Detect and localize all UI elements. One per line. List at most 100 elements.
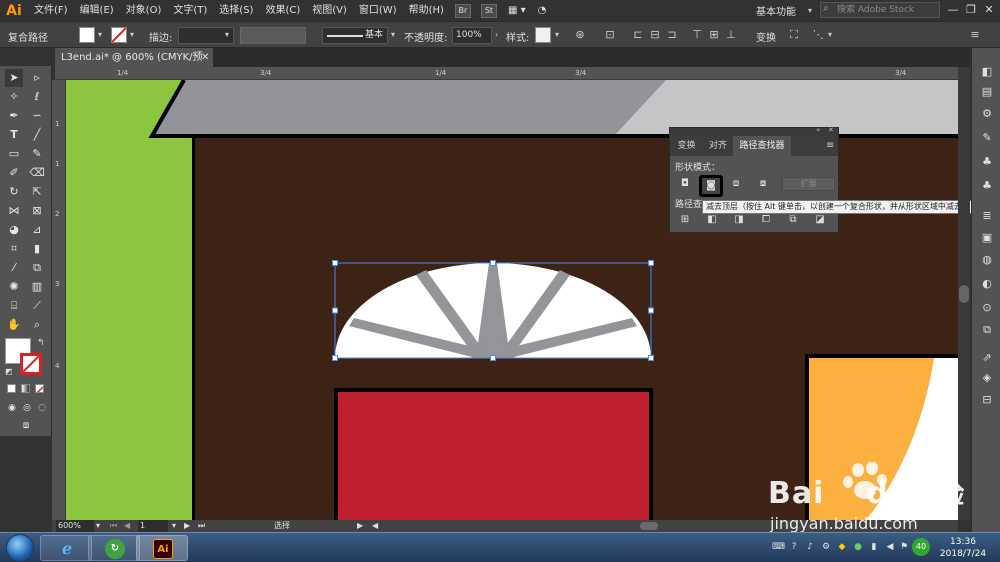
- paintbrush-tool-icon[interactable]: ✎: [28, 145, 46, 163]
- stroke-panel-icon[interactable]: ♣: [979, 178, 995, 194]
- gpu-performance-icon[interactable]: ◔: [532, 0, 553, 21]
- symbols-panel-icon[interactable]: ♣: [979, 154, 995, 170]
- red-door[interactable]: [334, 388, 653, 520]
- tray-badge[interactable]: 40: [912, 538, 930, 556]
- default-colors-icon[interactable]: ◩: [5, 367, 13, 376]
- color-mode-icon[interactable]: [7, 384, 16, 393]
- horizontal-scroll-thumb[interactable]: [640, 522, 658, 530]
- arrange-documents-icon[interactable]: ▦ ▾: [502, 0, 532, 21]
- tray-signal-icon[interactable]: ▮: [868, 541, 880, 553]
- color-guide-icon[interactable]: ▤: [979, 84, 995, 100]
- menu-effect[interactable]: 效果(C): [259, 0, 306, 21]
- align-top-icon[interactable]: ⊤: [690, 28, 704, 42]
- layers-panel-icon[interactable]: ◈: [979, 370, 995, 386]
- zoom-tool-icon[interactable]: ⌕: [28, 316, 46, 334]
- artboards-panel-icon[interactable]: ⧉: [979, 322, 995, 338]
- transparency-panel-icon[interactable]: ▣: [979, 230, 995, 246]
- style-chevron-icon[interactable]: ▾: [555, 30, 559, 39]
- bridge-button[interactable]: Br: [454, 3, 471, 18]
- draw-inside-icon[interactable]: ◌: [33, 399, 51, 417]
- zoom-chevron-icon[interactable]: ▾: [96, 520, 100, 532]
- align-to-icon[interactable]: ⊡: [603, 28, 617, 42]
- divide-icon[interactable]: ⊞: [676, 211, 694, 229]
- menu-view[interactable]: 视图(V): [306, 0, 353, 21]
- system-clock[interactable]: 13:36 2018/7/24: [934, 536, 992, 560]
- brush-definition-field[interactable]: 基本: [322, 27, 388, 44]
- minus-front-icon[interactable]: ◙: [699, 175, 723, 197]
- graphic-styles-icon[interactable]: ◐: [979, 276, 995, 292]
- shape-builder-tool-icon[interactable]: ◕: [5, 221, 23, 239]
- tray-security-icon[interactable]: ◆: [836, 541, 848, 553]
- brushes-panel-icon[interactable]: ✎: [979, 130, 995, 146]
- mesh-tool-icon[interactable]: ⌗: [5, 240, 23, 258]
- curvature-tool-icon[interactable]: ∽: [28, 107, 46, 125]
- first-artboard-icon[interactable]: ⏮: [110, 520, 117, 532]
- swatches-panel-icon[interactable]: ⚙: [979, 106, 995, 122]
- close-icon[interactable]: ✕: [981, 2, 997, 18]
- menu-select[interactable]: 选择(S): [213, 0, 259, 21]
- menu-type[interactable]: 文字(T): [167, 0, 213, 21]
- taskbar-illustrator[interactable]: Ai: [136, 535, 188, 561]
- color-panel-icon[interactable]: ◧: [979, 64, 995, 80]
- asset-export-icon[interactable]: ⊟: [979, 392, 995, 408]
- graphic-style-swatch[interactable]: [535, 27, 551, 43]
- isolate-icon[interactable]: ⛶: [787, 28, 801, 42]
- restore-icon[interactable]: ❐: [963, 2, 979, 18]
- lasso-tool-icon[interactable]: ℓ: [28, 88, 46, 106]
- opacity-field[interactable]: 100%: [452, 27, 492, 44]
- stroke-swatch[interactable]: [111, 27, 127, 43]
- menu-edit[interactable]: 编辑(E): [74, 0, 120, 21]
- tab-close-icon[interactable]: ✕: [201, 48, 209, 67]
- eraser-tool-icon[interactable]: ⌫: [28, 164, 46, 182]
- menu-help[interactable]: 帮助(H): [403, 0, 450, 21]
- line-tool-icon[interactable]: ╱: [28, 126, 46, 144]
- fill-chevron-icon[interactable]: ▾: [98, 30, 102, 39]
- menu-window[interactable]: 窗口(W): [353, 0, 403, 21]
- taskbar-browser[interactable]: ↻: [88, 535, 140, 561]
- screen-mode-icon[interactable]: ⧈: [17, 417, 35, 435]
- hand-tool-icon[interactable]: ✋: [5, 316, 23, 334]
- zoom-level-field[interactable]: 600%: [56, 520, 94, 532]
- tab-pathfinder[interactable]: 路径查找器: [733, 136, 791, 156]
- gradient-panel-icon[interactable]: ≣: [979, 208, 995, 224]
- gradient-mode-icon[interactable]: [21, 384, 30, 393]
- artboard-tool-icon[interactable]: ⌸: [5, 297, 23, 315]
- shaper-tool-icon[interactable]: ✐: [5, 164, 23, 182]
- menu-file[interactable]: 文件(F): [28, 0, 74, 21]
- rectangle-tool-icon[interactable]: ▭: [5, 145, 23, 163]
- stroke-color-swatch[interactable]: [20, 353, 42, 375]
- align-vcenter-icon[interactable]: ⊞: [707, 28, 721, 42]
- stroke-chevron-icon[interactable]: ▾: [130, 30, 134, 39]
- appearance-panel-icon[interactable]: ◍: [979, 252, 995, 268]
- intersect-icon[interactable]: ⧈: [727, 175, 745, 193]
- tray-gear-icon[interactable]: ⚙: [820, 541, 832, 553]
- swap-colors-icon[interactable]: ↰: [37, 338, 45, 348]
- status-menu-icon[interactable]: ▶: [357, 520, 363, 532]
- opacity-chevron-icon[interactable]: ›: [495, 30, 498, 39]
- puppet-icon[interactable]: ⋱: [811, 28, 825, 42]
- symbol-sprayer-tool-icon[interactable]: ✺: [5, 278, 23, 296]
- variable-width-profile[interactable]: [240, 27, 306, 44]
- magic-wand-tool-icon[interactable]: ✧: [5, 88, 23, 106]
- tab-align[interactable]: 对齐: [703, 136, 733, 156]
- blend-tool-icon[interactable]: ⧉: [28, 259, 46, 277]
- transform-button[interactable]: 变换: [756, 29, 776, 44]
- close-panel-icon[interactable]: ✕: [828, 126, 834, 134]
- align-bottom-icon[interactable]: ⊥: [724, 28, 738, 42]
- control-menu-icon[interactable]: ≡: [968, 28, 982, 42]
- layers-group-icon[interactable]: ⊙: [979, 300, 995, 316]
- column-graph-tool-icon[interactable]: ▥: [28, 278, 46, 296]
- brush-chevron-icon[interactable]: ▾: [391, 30, 395, 39]
- green-wall[interactable]: [66, 80, 192, 520]
- perspective-grid-tool-icon[interactable]: ⊿: [28, 221, 46, 239]
- exclude-icon[interactable]: ⧇: [754, 175, 772, 193]
- vertical-scrollbar[interactable]: [958, 67, 970, 520]
- export-panel-icon[interactable]: ⇗: [979, 350, 995, 366]
- pen-tool-icon[interactable]: ✒: [5, 107, 23, 125]
- panel-menu-icon[interactable]: ≡: [826, 140, 834, 151]
- recolor-artwork-icon[interactable]: ⊛: [573, 28, 587, 42]
- direct-selection-tool-icon[interactable]: ▹: [28, 69, 46, 87]
- unite-icon[interactable]: ◘: [676, 175, 694, 193]
- tray-keyboard-icon[interactable]: ⌨: [772, 541, 785, 553]
- panel-titlebar[interactable]: « ✕: [670, 126, 838, 136]
